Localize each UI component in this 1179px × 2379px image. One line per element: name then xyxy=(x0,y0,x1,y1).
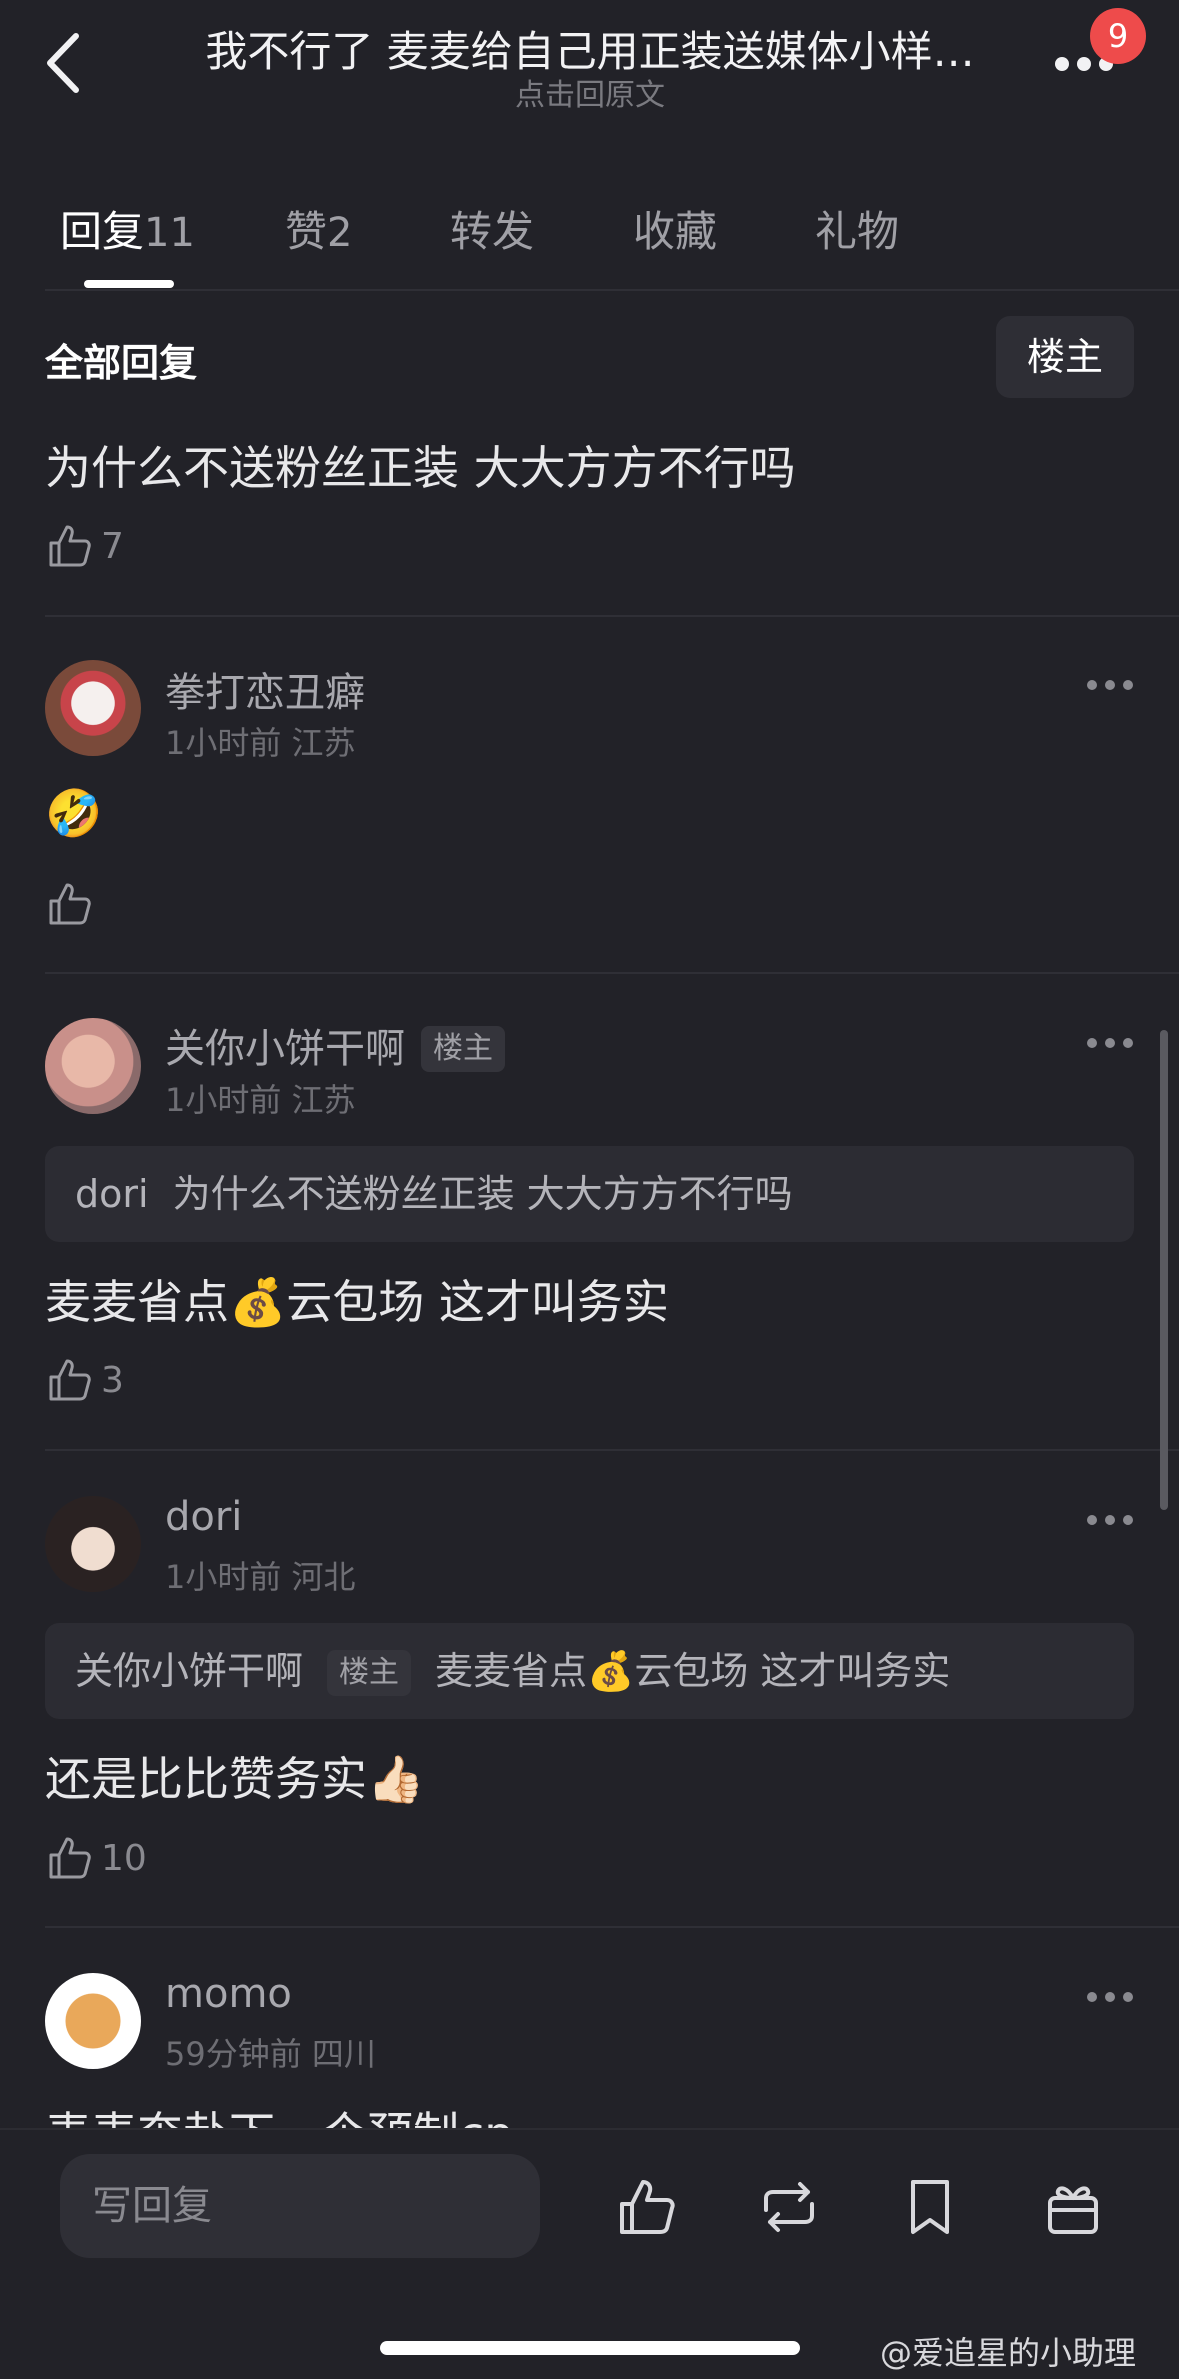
divider xyxy=(45,615,1179,617)
comment-meta: 1小时前 河北 xyxy=(165,1552,356,1598)
like-button[interactable]: 10 xyxy=(45,1830,147,1886)
username[interactable]: 拳打恋丑癖 xyxy=(165,660,365,718)
thumbs-up-icon xyxy=(49,1359,91,1401)
tab-likes[interactable]: 赞2 xyxy=(285,198,352,259)
divider xyxy=(45,289,1179,291)
like-count: 3 xyxy=(101,1359,124,1401)
comment-more-icon[interactable] xyxy=(1086,1513,1134,1527)
comment-meta: 59分钟前 四川 xyxy=(165,2029,376,2075)
repost-icon[interactable] xyxy=(756,2174,822,2240)
tab-indicator xyxy=(84,280,174,288)
comment-more-icon[interactable] xyxy=(1086,1036,1134,1050)
comment-location: 四川 xyxy=(311,2035,376,2073)
comment-time: 1小时前 xyxy=(165,724,282,762)
quoted-reply[interactable]: 关你小饼干啊 楼主 麦麦省点💰云包场 这才叫务实 xyxy=(45,1623,1134,1719)
tab-bar: 回复11 赞2 转发 收藏 礼物 xyxy=(0,190,1179,290)
scrollbar[interactable] xyxy=(1160,1030,1168,1510)
comment-location: 河北 xyxy=(291,1558,356,1596)
quote-author: 关你小饼干啊 xyxy=(75,1649,304,1693)
tab-replies[interactable]: 回复11 xyxy=(60,198,195,259)
username[interactable]: dori xyxy=(165,1494,242,1540)
comment-meta: 1小时前 江苏 xyxy=(165,1075,356,1121)
comment-meta: 1小时前 江苏 xyxy=(165,718,356,764)
bookmark-icon[interactable] xyxy=(897,2174,963,2240)
owner-tag: 楼主 xyxy=(327,1650,412,1696)
gift-icon[interactable] xyxy=(1040,2174,1106,2240)
like-button[interactable]: 3 xyxy=(45,1352,124,1408)
tab-count: 11 xyxy=(144,210,195,256)
thumbs-up-icon xyxy=(49,1837,91,1879)
tab-favorites[interactable]: 收藏 xyxy=(633,198,717,259)
comment-time: 1小时前 xyxy=(165,1081,282,1119)
owner-tag: 楼主 xyxy=(421,1026,505,1072)
root-comment-text: 为什么不送粉丝正装 大大方方不行吗 xyxy=(45,441,796,495)
divider xyxy=(45,1449,1179,1451)
comment-time: 59分钟前 xyxy=(165,2035,302,2073)
like-count: 7 xyxy=(101,525,124,567)
username[interactable]: 关你小饼干啊 xyxy=(165,1026,405,1072)
back-to-original-link[interactable]: 点击回原文 xyxy=(180,70,1000,114)
comment-location: 江苏 xyxy=(291,724,356,762)
tab-count: 2 xyxy=(327,210,353,256)
thumbs-up-icon[interactable] xyxy=(614,2174,680,2240)
watermark: @爱追星的小助理 xyxy=(880,2334,1137,2372)
thumbs-up-icon xyxy=(49,883,91,925)
quoted-reply[interactable]: dori 为什么不送粉丝正装 大大方方不行吗 xyxy=(45,1146,1134,1242)
tab-label: 回复 xyxy=(60,207,145,256)
like-count: 10 xyxy=(101,1837,147,1879)
reply-input[interactable]: 写回复 xyxy=(60,2154,540,2258)
divider xyxy=(45,972,1179,974)
comment-text: 还是比比赞务实👍🏻 xyxy=(45,1752,425,1806)
avatar[interactable] xyxy=(45,660,141,756)
comment-more-icon[interactable] xyxy=(1086,1990,1134,2004)
chevron-left-icon xyxy=(47,33,79,93)
comment-location: 江苏 xyxy=(291,1081,356,1119)
quote-text: 麦麦省点💰云包场 这才叫务实 xyxy=(435,1649,951,1693)
avatar[interactable] xyxy=(45,1496,141,1592)
section-title: 全部回复 xyxy=(45,341,198,385)
comment-text: 🤣 xyxy=(45,786,103,840)
username-row: 关你小饼干啊 楼主 xyxy=(165,1016,505,1074)
username[interactable]: momo xyxy=(165,1971,292,2017)
home-indicator xyxy=(380,2341,800,2355)
top-bar: 我不行了 麦麦给自己用正装送媒体小样… 点击回原文 9 xyxy=(0,0,1179,130)
comment-text: 麦麦省点💰云包场 这才叫务实 xyxy=(45,1275,669,1329)
tab-reposts[interactable]: 转发 xyxy=(450,198,534,259)
avatar[interactable] xyxy=(45,1973,141,2069)
notification-badge: 9 xyxy=(1090,8,1146,64)
avatar[interactable] xyxy=(45,1018,141,1114)
quote-text: 为什么不送粉丝正装 大大方方不行吗 xyxy=(172,1172,793,1216)
owner-filter-button[interactable]: 楼主 xyxy=(996,316,1134,398)
divider xyxy=(45,1926,1179,1928)
tab-label: 赞 xyxy=(285,207,328,256)
thumbs-up-icon xyxy=(49,525,91,567)
quote-author: dori xyxy=(75,1172,149,1216)
like-button[interactable]: 7 xyxy=(45,518,124,574)
comment-more-icon[interactable] xyxy=(1086,678,1134,692)
like-button[interactable] xyxy=(45,876,101,932)
tab-gifts[interactable]: 礼物 xyxy=(815,198,899,259)
comment-time: 1小时前 xyxy=(165,1558,282,1596)
back-button[interactable] xyxy=(40,28,90,98)
